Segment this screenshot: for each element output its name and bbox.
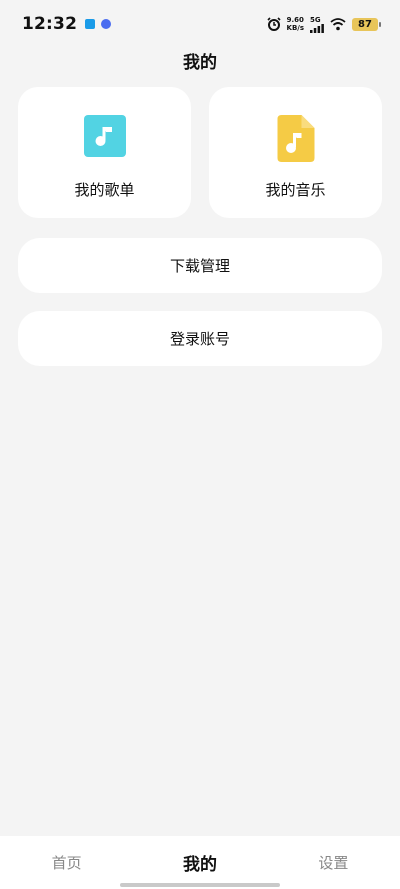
login-account-button[interactable]: 登录账号 [18, 311, 382, 366]
my-music-card[interactable]: 我的音乐 [209, 87, 382, 218]
network-speed: 9.60 KB/s [287, 16, 304, 32]
page-title: 我的 [183, 53, 217, 73]
bottom-navigation: 首页 我的 设置 [0, 836, 400, 889]
network-speed-value: 9.60 [286, 16, 304, 24]
status-indicators: 9.60 KB/s 5G 87 [266, 16, 381, 33]
signal-icon [310, 23, 324, 33]
nav-tab-mine[interactable]: 我的 [133, 850, 266, 875]
music-note-icon [83, 115, 126, 161]
network-type: 5G [310, 15, 321, 24]
nav-tab-home[interactable]: 首页 [0, 852, 133, 873]
my-playlist-card[interactable]: 我的歌单 [18, 87, 191, 218]
download-management-button[interactable]: 下载管理 [18, 238, 382, 293]
battery-icon: 87 [352, 17, 381, 31]
download-management-label: 下载管理 [169, 257, 230, 275]
screen: 12:32 9.60 KB/s 5G 87 我的 我的歌单 我的音乐 下载管理 … [0, 0, 400, 889]
music-file-icon [277, 115, 314, 166]
my-music-label: 我的音乐 [265, 181, 326, 199]
status-time: 12:32 [22, 14, 78, 34]
wifi-icon [330, 17, 346, 30]
app-notification-icon [101, 19, 112, 29]
my-playlist-label: 我的歌单 [74, 181, 135, 199]
status-bar: 12:32 9.60 KB/s 5G 87 [0, 0, 400, 48]
login-account-label: 登录账号 [169, 330, 230, 348]
notification-icons [85, 19, 112, 29]
network-speed-unit: KB/s [286, 24, 304, 32]
alarm-icon [266, 17, 281, 31]
battery-level: 87 [358, 18, 372, 30]
cell-signal: 5G [310, 16, 324, 33]
app-notification-icon [85, 19, 96, 29]
home-indicator[interactable] [120, 883, 280, 887]
nav-tab-settings[interactable]: 设置 [267, 852, 400, 873]
